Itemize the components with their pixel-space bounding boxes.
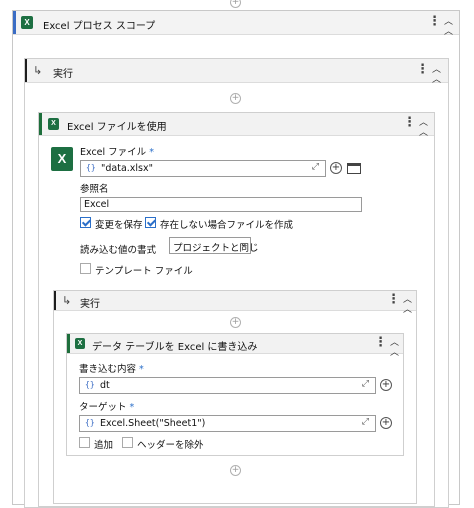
reference-name-field[interactable]: Excel xyxy=(80,197,362,212)
collapse-icon[interactable]: ︿ ︿ xyxy=(403,295,412,315)
do-inner-card: ↳ 実行 ⋮ ︿ ︿ + X データ テーブルを Excel に書き込み ⋮ ︿ ︿ xyxy=(53,290,417,504)
excel-icon: X xyxy=(48,118,59,130)
save-changes-label: 変更を保存 xyxy=(95,220,143,231)
add-activity-top-icon[interactable]: + xyxy=(230,0,241,8)
excel-process-scope-header[interactable]: X Excel プロセス スコープ ⋮ ︿ ︿ xyxy=(13,11,459,37)
write-content-label: 書き込む内容 * xyxy=(79,364,144,375)
excel-process-scope-title: Excel プロセス スコープ xyxy=(43,21,156,32)
target-value: Excel.Sheet("Sheet1") xyxy=(100,418,206,429)
collapse-icon[interactable]: ︿ ︿ xyxy=(390,338,399,358)
excel-icon: X xyxy=(75,338,85,349)
selection-indicator xyxy=(13,11,16,34)
write-datatable-card: X データ テーブルを Excel に書き込み ⋮ ︿ ︿ 書き込む内容 * {}… xyxy=(66,333,404,456)
collapse-icon[interactable]: ︿ ︿ xyxy=(444,17,453,37)
use-excel-file-card: X Excel ファイルを使用 ⋮ ︿ ︿ X Excel ファイル * {} "… xyxy=(38,112,435,507)
do-indicator xyxy=(54,291,56,310)
plus-circle-icon[interactable]: + xyxy=(330,162,342,174)
kebab-menu-icon[interactable]: ⋮ xyxy=(387,293,400,306)
do-inner-title: 実行 xyxy=(80,299,100,310)
expression-icon: {} xyxy=(85,418,95,427)
expand-editor-icon[interactable]: ⤢ xyxy=(312,162,319,172)
kebab-menu-icon[interactable]: ⋮ xyxy=(403,116,416,129)
excel-large-icon: X xyxy=(51,147,73,171)
read-format-label: 読み込む値の書式 xyxy=(80,245,157,256)
excel-file-value: "data.xlsx" xyxy=(101,163,153,174)
excel-file-field[interactable]: {} "data.xlsx" ⤢ xyxy=(80,160,326,177)
expression-icon: {} xyxy=(86,163,96,172)
save-changes-checkbox[interactable] xyxy=(80,217,91,228)
collapse-icon[interactable]: ︿ ︿ xyxy=(419,118,428,138)
reference-name-label: 参照名 xyxy=(80,184,109,195)
expand-editor-icon[interactable]: ⤢ xyxy=(362,417,369,427)
exclude-headers-label: ヘッダーを除外 xyxy=(137,440,204,451)
create-if-missing-label: 存在しない場合ファイルを作成 xyxy=(160,220,294,231)
write-datatable-title: データ テーブルを Excel に書き込み xyxy=(92,342,258,353)
folder-icon[interactable] xyxy=(347,163,361,174)
plus-circle-icon[interactable]: + xyxy=(380,417,392,429)
read-format-dropdown[interactable]: プロジェクトと同じ ⌄ xyxy=(169,237,259,254)
add-activity-icon[interactable]: + xyxy=(230,465,241,476)
write-content-value: dt xyxy=(100,380,110,391)
do-arrow-icon: ↳ xyxy=(62,294,72,307)
append-label: 追加 xyxy=(94,440,114,451)
add-activity-icon[interactable]: + xyxy=(230,317,241,328)
expression-icon: {} xyxy=(85,380,95,389)
do-outer-header[interactable]: ↳ 実行 ⋮ ︿ ︿ xyxy=(25,59,448,85)
activity-indicator xyxy=(39,113,42,135)
activity-indicator xyxy=(67,334,70,353)
target-label: ターゲット * xyxy=(79,402,135,413)
template-file-checkbox[interactable] xyxy=(80,263,91,274)
excel-icon: X xyxy=(21,16,33,29)
reference-name-value: Excel xyxy=(84,199,110,210)
use-excel-file-header[interactable]: X Excel ファイルを使用 ⋮ ︿ ︿ xyxy=(39,113,434,138)
create-if-missing-checkbox[interactable] xyxy=(145,217,156,228)
do-inner-header[interactable]: ↳ 実行 ⋮ ︿ ︿ xyxy=(54,291,416,315)
target-field[interactable]: {} Excel.Sheet("Sheet1") ⤢ xyxy=(79,415,376,432)
excel-process-scope-card: X Excel プロセス スコープ ⋮ ︿ ︿ ↳ 実行 ⋮ ︿ ︿ + X Exc… xyxy=(12,10,460,508)
chevron-down-icon: ⌄ xyxy=(240,239,248,249)
use-excel-file-title: Excel ファイルを使用 xyxy=(67,122,167,133)
do-indicator xyxy=(25,59,27,82)
write-datatable-header[interactable]: X データ テーブルを Excel に書き込み ⋮ ︿ ︿ xyxy=(67,334,403,358)
do-arrow-icon: ↳ xyxy=(33,64,43,77)
kebab-menu-icon[interactable]: ⋮ xyxy=(374,336,387,349)
write-content-field[interactable]: {} dt ⤢ xyxy=(79,377,376,394)
kebab-menu-icon[interactable]: ⋮ xyxy=(416,63,429,76)
plus-circle-icon[interactable]: + xyxy=(380,379,392,391)
add-activity-icon[interactable]: + xyxy=(230,93,241,104)
append-checkbox[interactable] xyxy=(79,437,90,448)
excel-file-label: Excel ファイル * xyxy=(80,147,154,158)
exclude-headers-checkbox[interactable] xyxy=(122,437,133,448)
do-outer-title: 実行 xyxy=(53,69,73,80)
expand-editor-icon[interactable]: ⤢ xyxy=(362,379,369,389)
kebab-menu-icon[interactable]: ⋮ xyxy=(428,15,441,28)
collapse-icon[interactable]: ︿ ︿ xyxy=(432,65,441,85)
do-outer-card: ↳ 実行 ⋮ ︿ ︿ + X Excel ファイルを使用 ⋮ ︿ ︿ X Excel… xyxy=(24,58,449,508)
template-file-label: テンプレート ファイル xyxy=(95,266,193,277)
